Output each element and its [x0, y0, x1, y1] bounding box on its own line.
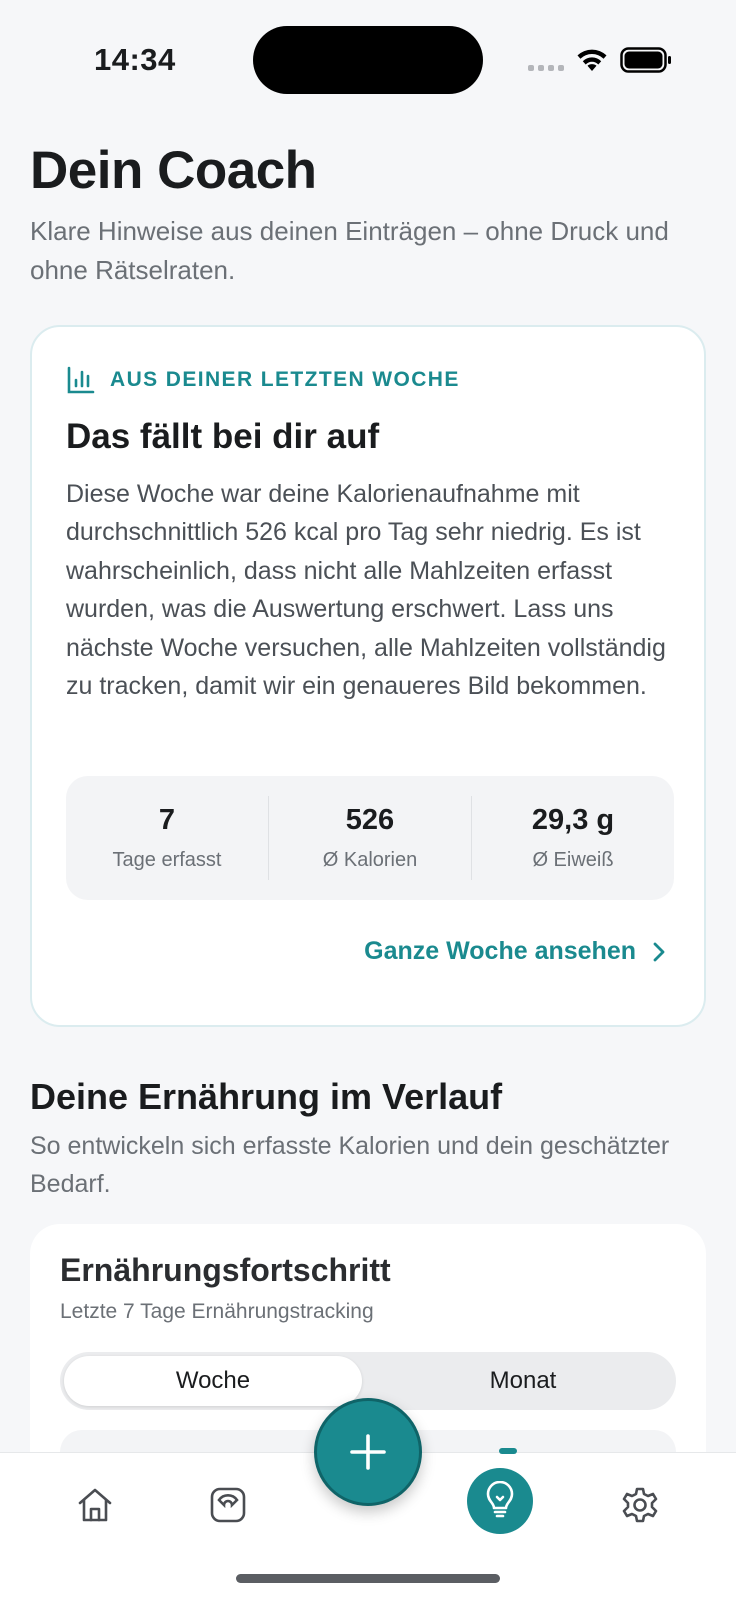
- insight-eyebrow-label: AUS DEINER LETZTEN WOCHE: [110, 368, 460, 391]
- segment-month[interactable]: Monat: [374, 1356, 672, 1406]
- tab-home[interactable]: [55, 1475, 135, 1535]
- status-bar: 14:34: [0, 0, 736, 120]
- tab-settings[interactable]: [600, 1475, 680, 1535]
- stat-avg-calories: 526 Ø Kalorien: [268, 796, 471, 880]
- home-indicator[interactable]: [236, 1574, 500, 1583]
- dynamic-island: [253, 26, 483, 94]
- weekly-insight-card: AUS DEINER LETZTEN WOCHE Das fällt bei d…: [30, 325, 706, 1027]
- stat-value: 526: [345, 804, 395, 836]
- stat-value: 29,3 g: [531, 804, 615, 836]
- progress-subtitle: Letzte 7 Tage Ernährungstracking: [60, 1300, 374, 1323]
- battery-icon: [620, 47, 671, 73]
- stat-avg-protein: 29,3 g Ø Eiweiß: [471, 796, 674, 880]
- view-full-week-label: Ganze Woche ansehen: [364, 937, 636, 965]
- nutrition-section-title: Deine Ernährung im Verlauf: [30, 1076, 503, 1117]
- insight-title: Das fällt bei dir auf: [66, 417, 380, 456]
- bar-chart-icon: [67, 366, 95, 394]
- lightbulb-icon: [486, 1481, 514, 1518]
- stat-label: Ø Eiweiß: [532, 849, 614, 871]
- segment-week[interactable]: Woche: [64, 1356, 362, 1406]
- insight-eyebrow: AUS DEINER LETZTEN WOCHE: [66, 365, 460, 395]
- plus-icon: [350, 1434, 386, 1470]
- nutrition-section-subtitle: So entwickeln sich erfasste Kalorien und…: [30, 1132, 670, 1198]
- weekly-stats: 7 Tage erfasst 526 Ø Kalorien 29,3 g Ø E…: [66, 776, 674, 900]
- view-full-week-link[interactable]: Ganze Woche ansehen: [364, 937, 666, 966]
- insight-body: Diese Woche war deine Kalorienaufnahme m…: [66, 480, 666, 701]
- tab-coach[interactable]: [467, 1468, 533, 1534]
- stat-label: Ø Kalorien: [322, 849, 418, 871]
- stat-value: 7: [158, 804, 176, 836]
- add-entry-button[interactable]: [314, 1398, 422, 1506]
- active-tab-indicator: [499, 1448, 517, 1454]
- stat-days-tracked: 7 Tage erfasst: [66, 796, 268, 880]
- page-subtitle: Klare Hinweise aus deinen Einträgen – oh…: [30, 216, 669, 285]
- chevron-right-icon: [653, 942, 665, 961]
- stat-label: Tage erfasst: [112, 849, 222, 871]
- tab-scale[interactable]: [188, 1475, 268, 1535]
- wifi-icon: [577, 49, 607, 71]
- status-time: 14:34: [94, 42, 176, 77]
- cellular-signal-icon: [528, 65, 564, 71]
- scale-icon: [210, 1487, 246, 1523]
- home-icon: [78, 1488, 112, 1522]
- page-title: Dein Coach: [30, 141, 317, 200]
- gear-icon: [622, 1487, 658, 1523]
- progress-title: Ernährungsfortschritt: [60, 1252, 391, 1288]
